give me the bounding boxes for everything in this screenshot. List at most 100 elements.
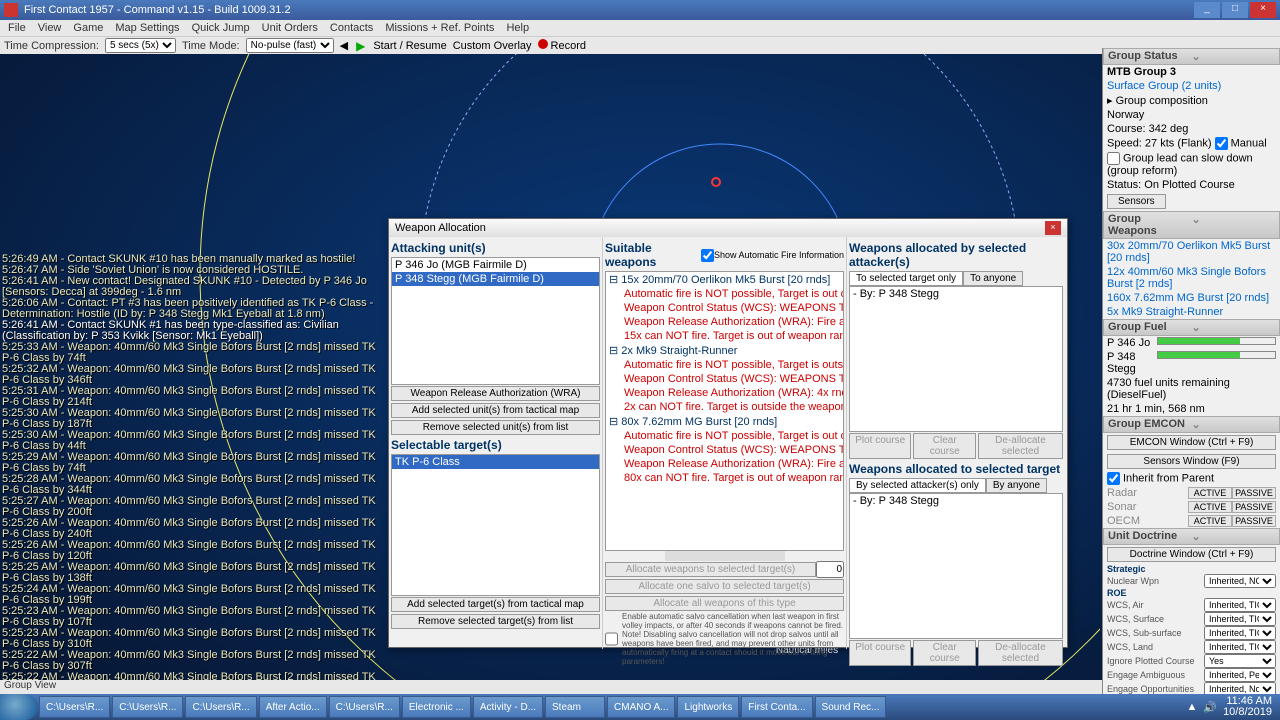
custom-overlay-button[interactable]: Custom Overlay	[453, 40, 532, 52]
alloc-by-attacker-list[interactable]: - By: P 348 Stegg	[849, 286, 1063, 432]
group-weapon-link[interactable]: 160x 7.62mm MG Burst [20 rnds]	[1103, 291, 1280, 305]
taskbar-item[interactable]: Electronic ...	[402, 696, 471, 718]
minimize-button[interactable]: _	[1194, 2, 1220, 18]
wra-button[interactable]: Weapon Release Authorization (WRA)	[391, 386, 600, 401]
weapon-tree-node[interactable]: ⊟ 15x 20mm/70 Oerlikon Mk5 Burst [20 rnd…	[606, 272, 843, 287]
allocate-weapons-button[interactable]: Allocate weapons to selected target(s)	[605, 562, 816, 577]
weapon-tree-node[interactable]: Weapon Release Authorization (WRA): Fire…	[606, 457, 843, 471]
weapon-tree-node[interactable]: ⊟ 80x 7.62mm MG Burst [20 rnds]	[606, 414, 843, 429]
weapon-tree-node[interactable]: Weapon Control Status (WCS): WEAPONS TIG…	[606, 301, 843, 315]
menu-game[interactable]: Game	[73, 22, 103, 34]
weapon-tree-node[interactable]: ⊟ 2x Mk9 Straight-Runner	[606, 343, 843, 358]
target-item[interactable]: TK P-6 Class	[392, 455, 599, 469]
suitable-weapons-tree[interactable]: ⊟ 15x 20mm/70 Oerlikon Mk5 Burst [20 rnd…	[605, 271, 844, 551]
doctrine-select[interactable]: Inherited, TIGHT - I	[1204, 626, 1276, 640]
play-icon[interactable]: ▶	[354, 39, 367, 53]
weapon-tree-node[interactable]: Weapon Control Status (WCS): WEAPONS TIG…	[606, 443, 843, 457]
menu-unit-orders[interactable]: Unit Orders	[262, 22, 318, 34]
attacker-item[interactable]: P 348 Stegg (MGB Fairmile D)	[392, 272, 599, 286]
group-weapon-link[interactable]: 30x 20mm/70 Oerlikon Mk5 Burst [20 rnds]	[1103, 239, 1280, 265]
selectable-targets-list[interactable]: TK P-6 Class	[391, 454, 600, 596]
doctrine-select[interactable]: Inherited, Pessimis	[1204, 668, 1276, 682]
remove-target-button[interactable]: Remove selected target(s) from list	[391, 614, 600, 629]
taskbar-item[interactable]: First Conta...	[741, 696, 812, 718]
plot-course-button-2[interactable]: Plot course	[849, 640, 911, 666]
weapon-tree-node[interactable]: Automatic fire is NOT possible, Target i…	[606, 429, 843, 443]
taskbar-item[interactable]: C:\Users\R...	[39, 696, 110, 718]
step-back-icon[interactable]: ◀	[340, 39, 348, 52]
close-button[interactable]: ×	[1250, 2, 1276, 18]
plot-course-button-1[interactable]: Plot course	[849, 433, 911, 459]
weapon-tree-node[interactable]: 80x can NOT fire. Target is out of weapo…	[606, 471, 843, 485]
system-tray[interactable]: ▲ 🔊 11:46 AM10/8/2019	[1178, 696, 1280, 718]
taskbar-item[interactable]: C:\Users\R...	[112, 696, 183, 718]
clear-course-button-1[interactable]: Clear course	[913, 433, 975, 459]
taskbar-item[interactable]: After Actio...	[259, 696, 327, 718]
weapon-tree-node[interactable]: Automatic fire is NOT possible, Target i…	[606, 287, 843, 301]
weapon-tree-node[interactable]: Weapon Release Authorization (WRA): 4x r…	[606, 386, 843, 400]
doctrine-select[interactable]: Inherited, No (enga	[1204, 682, 1276, 694]
passive-button[interactable]: PASSIVE	[1232, 487, 1276, 499]
alloc-to-target-list[interactable]: - By: P 348 Stegg	[849, 493, 1063, 639]
allocate-qty-input[interactable]	[816, 561, 844, 578]
group-weapon-link[interactable]: 12x 40mm/60 Mk3 Single Bofors Burst [2 r…	[1103, 265, 1280, 291]
tab-by-selected[interactable]: By selected attacker(s) only	[849, 478, 986, 493]
salvo-cancel-checkbox[interactable]	[605, 612, 618, 666]
time-compression-select[interactable]: 5 secs (5x)	[105, 38, 176, 53]
weapon-tree-node[interactable]: Weapon Release Authorization (WRA): Fire…	[606, 315, 843, 329]
dealloc-button-1[interactable]: De-allocate selected	[978, 433, 1063, 459]
menu-view[interactable]: View	[38, 22, 62, 34]
weapon-tree-node[interactable]: 15x can NOT fire. Target is out of weapo…	[606, 329, 843, 343]
attacking-units-list[interactable]: P 346 Jo (MGB Fairmile D)P 348 Stegg (MG…	[391, 257, 600, 385]
tab-to-anyone[interactable]: To anyone	[963, 271, 1023, 286]
tray-icon[interactable]: ▲	[1186, 701, 1197, 713]
manual-checkbox[interactable]	[1215, 137, 1228, 150]
doctrine-select[interactable]: Inherited, TIGHT - I	[1204, 612, 1276, 626]
start-orb[interactable]	[0, 694, 38, 720]
doctrine-window-button[interactable]: Doctrine Window (Ctrl + F9)	[1107, 547, 1276, 562]
add-target-button[interactable]: Add selected target(s) from tactical map	[391, 597, 600, 612]
doctrine-select[interactable]: Inherited, NOT GR...	[1204, 574, 1276, 588]
taskbar-item[interactable]: Steam	[545, 696, 605, 718]
active-button[interactable]: ACTIVE	[1188, 501, 1232, 513]
remove-unit-button[interactable]: Remove selected unit(s) from list	[391, 420, 600, 435]
menu-file[interactable]: File	[8, 22, 26, 34]
menu-contacts[interactable]: Contacts	[330, 22, 373, 34]
tray-icon[interactable]: 🔊	[1203, 701, 1217, 714]
slow-down-checkbox[interactable]	[1107, 152, 1120, 165]
tab-to-selected[interactable]: To selected target only	[849, 271, 963, 286]
allocate-salvo-button[interactable]: Allocate one salvo to selected target(s)	[605, 579, 844, 594]
allocate-all-button[interactable]: Allocate all weapons of this type	[605, 596, 844, 611]
tab-by-anyone[interactable]: By anyone	[986, 478, 1047, 493]
taskbar-item[interactable]: C:\Users\R...	[185, 696, 256, 718]
show-auto-fire-checkbox[interactable]	[701, 249, 714, 262]
attacker-item[interactable]: P 346 Jo (MGB Fairmile D)	[392, 258, 599, 272]
passive-button[interactable]: PASSIVE	[1232, 501, 1276, 513]
start-resume-button[interactable]: Start / Resume	[373, 40, 446, 52]
weapon-tree-node[interactable]: Automatic fire is NOT possible, Target i…	[606, 358, 843, 372]
surface-group-link[interactable]: Surface Group (2 units)	[1103, 79, 1280, 93]
passive-button[interactable]: PASSIVE	[1232, 515, 1276, 527]
group-weapon-link[interactable]: 5x Mk9 Straight-Runner	[1103, 305, 1280, 319]
menu-help[interactable]: Help	[506, 22, 529, 34]
doctrine-select[interactable]: Yes	[1204, 654, 1276, 668]
weapon-tree-node[interactable]: 2x can NOT fire. Target is outside the w…	[606, 400, 843, 414]
scrollbar[interactable]	[665, 551, 785, 561]
dealloc-button-2[interactable]: De-allocate selected	[978, 640, 1063, 666]
active-button[interactable]: ACTIVE	[1188, 487, 1232, 499]
menu-missions-ref-points[interactable]: Missions + Ref. Points	[385, 22, 494, 34]
dialog-close-button[interactable]: ×	[1045, 221, 1061, 235]
menu-map-settings[interactable]: Map Settings	[115, 22, 179, 34]
maximize-button[interactable]: □	[1222, 2, 1248, 18]
time-mode-select[interactable]: No-pulse (fast)	[246, 38, 334, 53]
group-composition[interactable]: Group composition	[1116, 95, 1208, 107]
clear-course-button-2[interactable]: Clear course	[913, 640, 975, 666]
sensors-button[interactable]: Sensors	[1107, 194, 1166, 209]
inherit-parent-checkbox[interactable]	[1107, 472, 1120, 485]
taskbar-item[interactable]: Sound Rec...	[815, 696, 887, 718]
emcon-window-button[interactable]: EMCON Window (Ctrl + F9)	[1107, 435, 1276, 450]
doctrine-select[interactable]: Inherited, TIGHT - I	[1204, 598, 1276, 612]
chevron-icon[interactable]: ⌄	[1192, 50, 1276, 63]
active-button[interactable]: ACTIVE	[1188, 515, 1232, 527]
menu-quick-jump[interactable]: Quick Jump	[192, 22, 250, 34]
